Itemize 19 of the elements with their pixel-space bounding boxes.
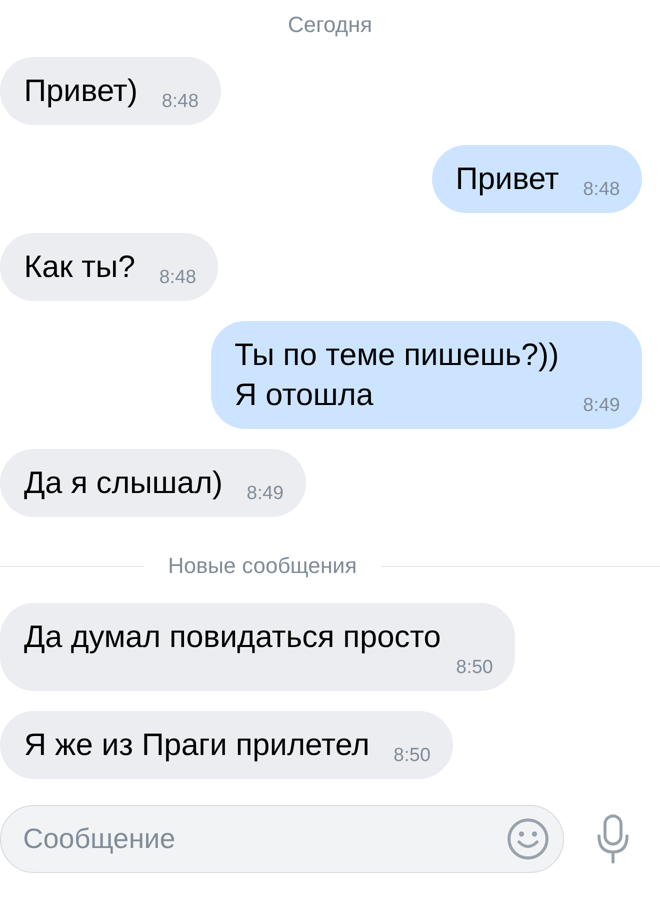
message-time: 8:48	[583, 179, 620, 201]
message-text: Я же из Праги прилетел	[24, 726, 370, 764]
new-messages-divider: Новые сообщения	[168, 553, 357, 579]
message-time: 8:49	[583, 395, 620, 417]
message-text: Как ты?	[24, 248, 136, 286]
date-label: Сегодня	[288, 12, 372, 38]
message-time: 8:50	[456, 657, 493, 679]
message-time: 8:49	[246, 483, 284, 505]
message-text: Да я слышал)	[24, 464, 223, 502]
smiley-icon[interactable]	[506, 817, 550, 861]
message-time: 8:50	[394, 745, 431, 767]
message-text: Привет)	[24, 72, 138, 110]
message-time: 8:48	[159, 267, 196, 289]
microphone-icon[interactable]	[596, 814, 630, 864]
message-time: 8:48	[162, 91, 199, 113]
message-text: Да думал повидаться просто	[24, 618, 441, 656]
message-input[interactable]: Сообщение	[0, 805, 564, 873]
message-text: Привет	[456, 160, 560, 198]
message-text: Ты по теме пишешь?)) Я отошла	[234, 336, 560, 414]
